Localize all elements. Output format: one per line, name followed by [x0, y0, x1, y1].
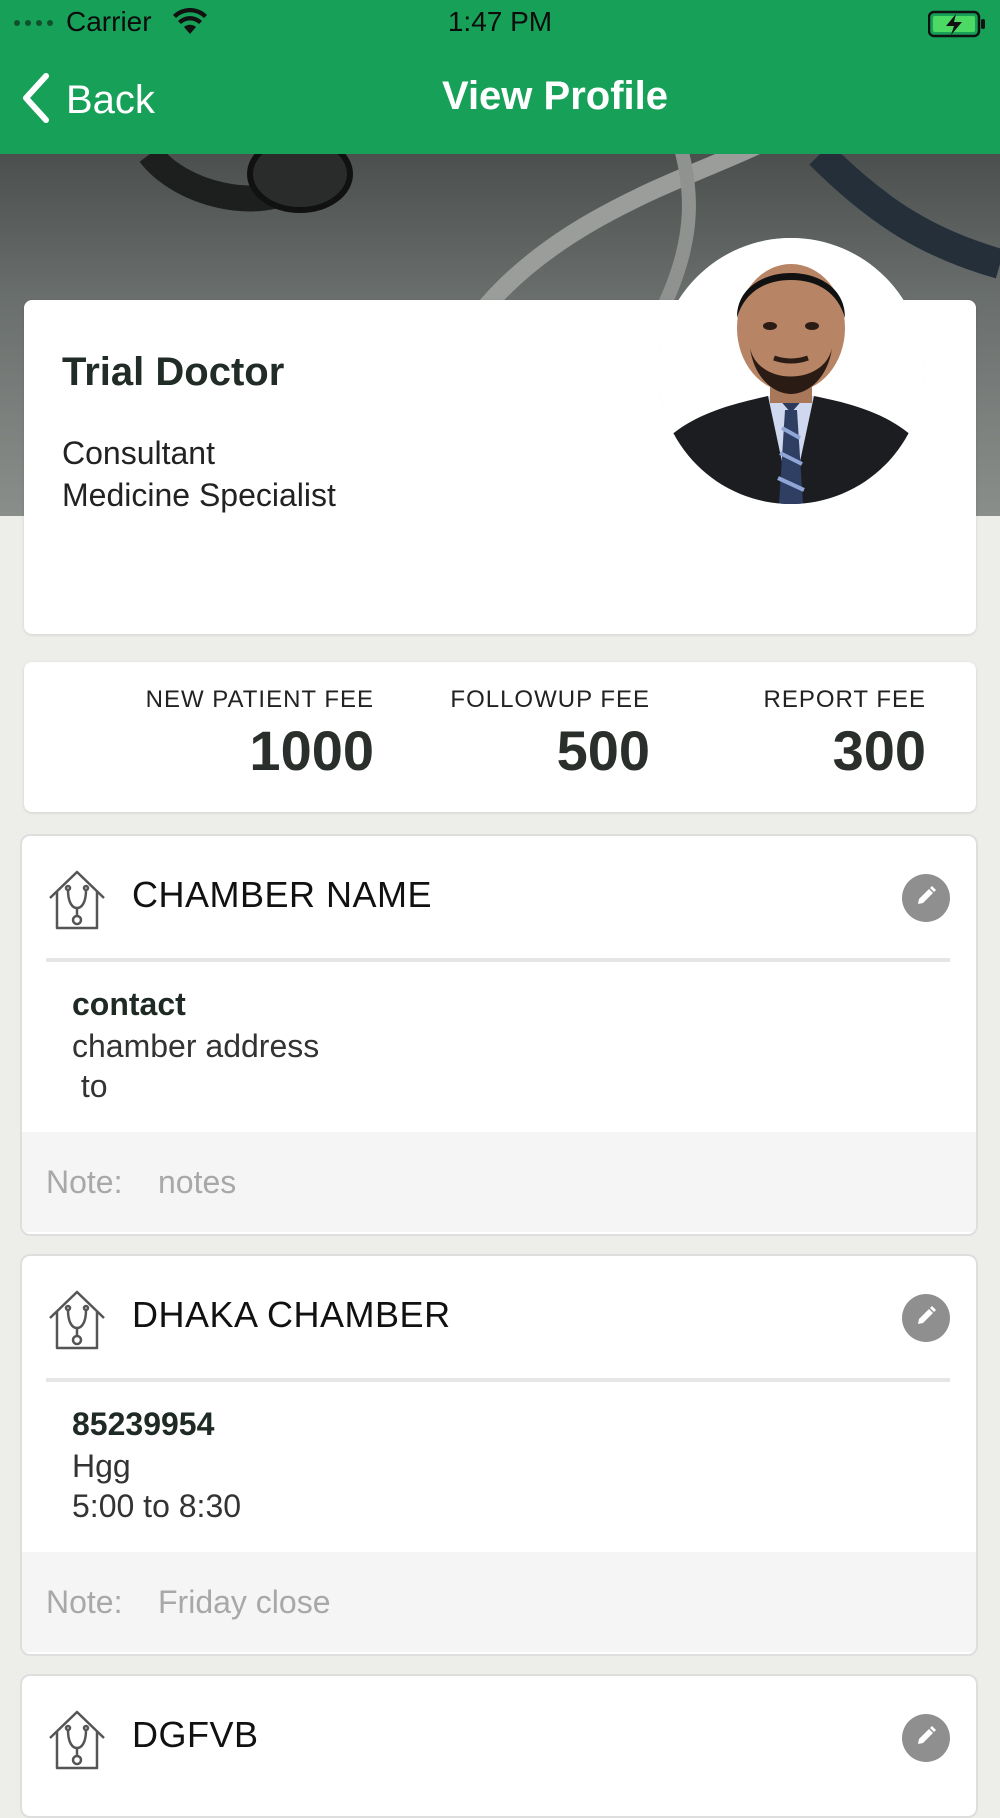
chamber-name: DGFVB	[132, 1714, 259, 1755]
chamber-time: 5:00 to 8:30	[72, 1488, 242, 1524]
fee-label: REPORT FEE	[763, 686, 926, 713]
page-title: View Profile	[441, 74, 668, 118]
note-value: Friday close	[158, 1584, 331, 1620]
chamber-name: CHAMBER NAME	[132, 874, 433, 915]
fees-card: NEW PATIENT FEE 1000 FOLLOWUP FEE 500 RE…	[24, 662, 976, 812]
fee-label: FOLLOWUP FEE	[450, 686, 650, 713]
note-label: Note:	[46, 1164, 123, 1200]
fee-value: 1000	[249, 719, 374, 782]
house-stethoscope-icon	[46, 868, 108, 937]
fee-value: 300	[832, 719, 926, 782]
doctor-specialty: Medicine Specialist	[62, 477, 336, 513]
chamber-contact: contact	[72, 986, 186, 1022]
edit-chamber-button[interactable]	[902, 1294, 950, 1342]
edit-chamber-button[interactable]	[902, 1714, 950, 1762]
doctor-title: Consultant Medicine Specialist	[62, 432, 336, 516]
house-stethoscope-icon	[46, 1708, 108, 1777]
note-value: notes	[158, 1164, 237, 1200]
battery-charging-icon	[927, 10, 988, 43]
edit-chamber-button[interactable]	[902, 874, 950, 922]
note-label: Note:	[46, 1584, 123, 1620]
doctor-name: Trial Doctor	[62, 350, 285, 394]
divider	[46, 958, 950, 962]
chamber-note: Note: Friday close	[22, 1552, 976, 1652]
top-bar: Carrier 1:47 PM Back View Profile	[0, 0, 1000, 154]
pencil-icon	[914, 884, 938, 913]
pencil-icon	[914, 1724, 938, 1753]
doctor-avatar[interactable]	[658, 238, 924, 504]
chamber-time: to	[72, 1068, 108, 1104]
chamber-card[interactable]: CHAMBER NAME contact chamber address to …	[20, 834, 978, 1236]
status-time: 1:47 PM	[447, 6, 553, 37]
chamber-card[interactable]: DGFVB	[20, 1674, 978, 1818]
fee-label: NEW PATIENT FEE	[145, 686, 374, 713]
chamber-contact: 85239954	[72, 1406, 215, 1442]
fee-report: REPORT FEE 300	[764, 686, 926, 783]
fee-value: 500	[556, 719, 650, 782]
chamber-card[interactable]: DHAKA CHAMBER 85239954 Hgg 5:00 to 8:30 …	[20, 1254, 978, 1656]
status-bar: Carrier 1:47 PM	[0, 0, 1000, 50]
house-stethoscope-icon	[46, 1288, 108, 1357]
fee-followup: FOLLOWUP FEE 500	[450, 686, 650, 783]
chamber-address: Hgg	[72, 1448, 131, 1484]
fee-new-patient: NEW PATIENT FEE 1000	[146, 686, 374, 783]
doctor-designation: Consultant	[62, 435, 215, 471]
chamber-address: chamber address	[72, 1028, 320, 1064]
chamber-note: Note: notes	[22, 1132, 976, 1232]
divider	[46, 1378, 950, 1382]
chamber-name: DHAKA CHAMBER	[132, 1294, 451, 1335]
pencil-icon	[914, 1304, 938, 1333]
